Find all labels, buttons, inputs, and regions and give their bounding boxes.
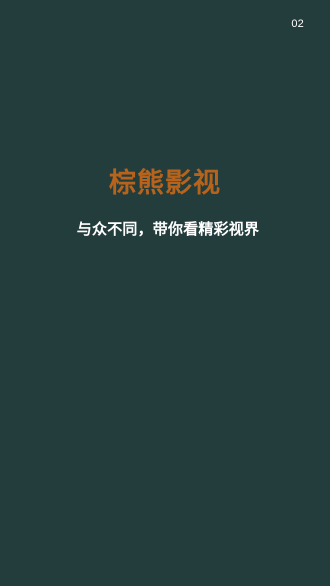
splash-screen: 02 棕熊影视 与众不同，带你看精彩视界	[0, 0, 330, 586]
app-name-title: 棕熊影视	[109, 168, 221, 199]
tagline: 与众不同，带你看精彩视界	[76, 220, 260, 238]
skip-countdown[interactable]: 02	[291, 18, 304, 30]
